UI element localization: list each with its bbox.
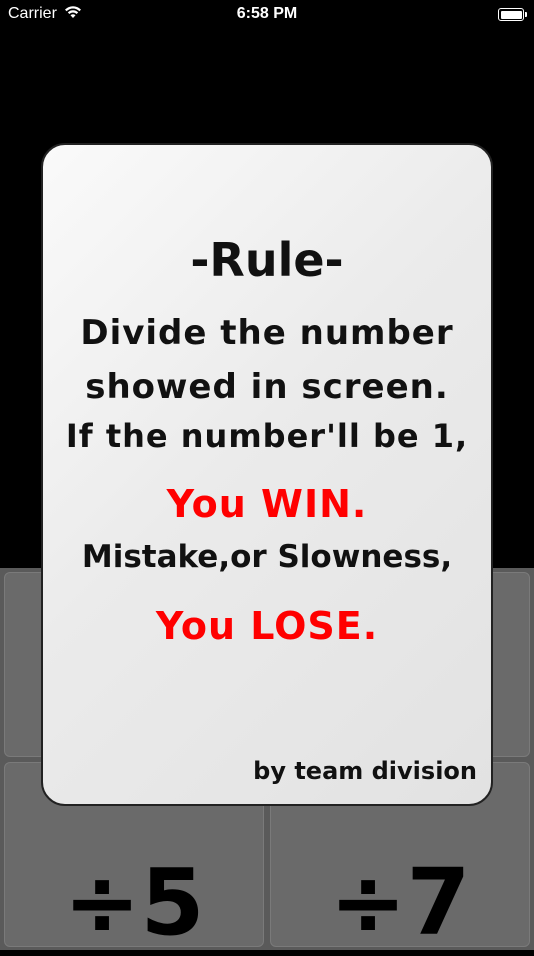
rule-title: -Rule- [190,233,344,287]
credit-text: by team division [253,757,477,785]
rule-line-2: showed in screen. [85,367,449,407]
clock: 6:58 PM [236,5,298,22]
rule-line-3: If the number'll be 1, [65,417,469,455]
lose-text: You LOSE. [155,604,379,648]
mistake-line: Mistake,or Slowness, [81,539,453,575]
rule-line-1: Divide the number [80,313,454,353]
divide-button-label: ÷5 [63,848,205,956]
battery-icon [498,8,527,21]
divide-button-label: ÷7 [329,848,471,956]
status-bar: Carrier 6:58 PM [0,0,534,28]
win-text: You WIN. [166,482,368,526]
rule-dialog[interactable]: -Rule- Divide the number showed in scree… [41,143,493,806]
